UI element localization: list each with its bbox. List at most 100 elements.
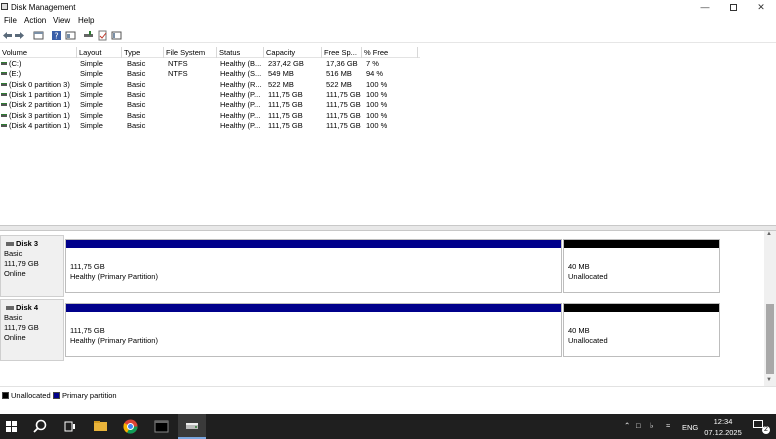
task-view-icon[interactable]: [61, 418, 78, 435]
column-layout[interactable]: Layout: [77, 47, 122, 58]
volume-icon: [1, 123, 7, 127]
volume-cell: 7 %: [366, 59, 379, 68]
volume-cell: 111,75 GB: [268, 100, 303, 110]
volume-cell: NTFS: [168, 59, 188, 68]
disk-name-text: Disk 3: [16, 239, 39, 248]
volume-row[interactable]: (Disk 0 partition 3) Simple Basic Healthy (…: [0, 80, 420, 90]
legend-primary-label: Primary partition: [62, 391, 117, 400]
help-icon[interactable]: ?: [51, 30, 62, 41]
volume-cell: Simple: [80, 110, 103, 120]
chrome-icon[interactable]: [122, 418, 139, 435]
volume-row[interactable]: (E:) Simple Basic NTFS Healthy (S... 549 MB 51…: [0, 69, 420, 79]
notification-center[interactable]: 2: [748, 414, 772, 439]
volume-cell: [168, 100, 217, 110]
title-bar: Disk Management — ✕: [0, 0, 776, 14]
menu-file[interactable]: File: [4, 16, 17, 25]
scroll-up-icon[interactable]: ▲: [766, 231, 772, 237]
taskbar-disk-management[interactable]: [178, 414, 206, 439]
column-percent-free[interactable]: % Free: [362, 47, 418, 58]
volume-cell: Healthy (P...: [220, 120, 261, 130]
column-free-space[interactable]: Free Sp...: [322, 47, 362, 58]
column-status[interactable]: Status: [217, 47, 264, 58]
volume-icon: [1, 92, 7, 96]
svg-text:?: ?: [54, 32, 58, 41]
volume-row[interactable]: (Disk 4 partition 1) Simple Basic Healthy (…: [0, 121, 420, 131]
file-explorer-icon[interactable]: [92, 418, 109, 435]
volume-cell: Basic: [127, 59, 146, 68]
volume-row[interactable]: (Disk 2 partition 1) Simple Basic Healthy (…: [0, 100, 420, 110]
volume-cell: (Disk 2 partition 1): [9, 100, 70, 110]
volume-row[interactable]: (C:) Simple Basic NTFS Healthy (B... 237,42 G…: [0, 59, 420, 69]
volume-cell: Basic: [127, 120, 146, 130]
volume-cell: Simple: [80, 120, 103, 130]
properties-icon[interactable]: [97, 30, 108, 41]
restore-icon: [729, 3, 737, 11]
disk-icon: [6, 306, 14, 310]
partition-primary[interactable]: 111,75 GB Healthy (Primary Partition): [65, 303, 562, 357]
terminal-icon[interactable]: [153, 418, 170, 435]
back-arrow-icon[interactable]: [2, 30, 13, 41]
volume-cell: 111,75 GB: [268, 89, 303, 99]
volume-cell: Healthy (P...: [220, 110, 261, 120]
volume-icon: [1, 72, 7, 76]
volume-cell: Simple: [80, 69, 103, 79]
close-button[interactable]: ✕: [746, 0, 776, 14]
connect-icon[interactable]: [83, 30, 94, 41]
forward-arrow-icon[interactable]: [14, 30, 25, 41]
disk-label[interactable]: Disk 3 Basic 111,79 GB Online: [0, 235, 64, 297]
system-tray: ⌃ □ ♭ ≈: [620, 414, 690, 439]
volume-row[interactable]: (Disk 1 partition 1) Simple Basic Healthy (…: [0, 90, 420, 100]
minimize-button[interactable]: —: [690, 0, 720, 14]
volume-cell: [168, 90, 217, 100]
notification-icon: [753, 420, 763, 428]
disk-management-icon: [1, 3, 8, 10]
menu-action[interactable]: Action: [24, 16, 46, 25]
column-file-system[interactable]: File System: [164, 47, 217, 58]
clock[interactable]: 12:34 07.12.2025: [702, 414, 744, 439]
language-indicator[interactable]: ENG: [682, 423, 698, 432]
minimize-icon: —: [700, 2, 710, 12]
chevron-up-icon[interactable]: ⌃: [624, 421, 630, 430]
disk-type: Basic: [4, 313, 23, 322]
partition-size: 40 MB: [568, 262, 590, 271]
network-icon[interactable]: □: [636, 421, 641, 430]
volume-cell: 111,75 GB: [326, 100, 361, 110]
show-hide-icon[interactable]: [65, 30, 76, 41]
view-icon[interactable]: [111, 30, 122, 41]
scrollbar-thumb[interactable]: [766, 304, 774, 374]
volume-cell: 237,42 GB: [268, 59, 304, 68]
volume-cell: Basic: [127, 89, 146, 99]
volume-cell: (Disk 1 partition 1): [9, 89, 70, 99]
menu-view[interactable]: View: [53, 16, 70, 25]
volume-row[interactable]: (Disk 3 partition 1) Simple Basic Healthy (…: [0, 111, 420, 121]
vertical-scrollbar[interactable]: ▲ ▼: [764, 231, 776, 386]
column-type[interactable]: Type: [122, 47, 164, 58]
volume-cell: 516 MB: [326, 69, 352, 79]
windows-start-icon[interactable]: [3, 418, 20, 435]
volume-cell: (E:): [9, 69, 22, 79]
disk-name: Disk 3: [4, 239, 60, 249]
console-tree-icon[interactable]: [33, 30, 44, 41]
column-volume[interactable]: Volume: [0, 47, 77, 58]
menu-help[interactable]: Help: [78, 16, 94, 25]
scroll-down-icon[interactable]: ▼: [766, 377, 772, 383]
disk-label[interactable]: Disk 4 Basic 111,79 GB Online: [0, 299, 64, 361]
partition-size: 111,75 GB: [70, 262, 105, 271]
volume-cell: 94 %: [366, 69, 384, 79]
partition-size: 111,75 GB: [70, 326, 105, 335]
volume-cell: [168, 121, 217, 131]
volume-cell: 111,75 GB: [326, 120, 361, 130]
volume-cell: 100 %: [366, 110, 388, 120]
partition-primary[interactable]: 111,75 GB Healthy (Primary Partition): [65, 239, 562, 293]
wifi-icon[interactable]: ≈: [666, 421, 670, 430]
partition-unallocated[interactable]: 40 MB Unallocated: [563, 303, 720, 357]
disk-name: Disk 4: [4, 303, 60, 313]
disk-row: Disk 4 Basic 111,79 GB Online 111,75 GB Healt…: [0, 299, 764, 361]
partition-unallocated[interactable]: 40 MB Unallocated: [563, 239, 720, 293]
volume-cell: 100 %: [366, 100, 388, 110]
column-capacity[interactable]: Capacity: [264, 47, 322, 58]
search-icon[interactable]: [32, 418, 49, 435]
clock-time: 12:34: [713, 417, 733, 426]
volume-muted-icon[interactable]: ♭: [650, 421, 654, 430]
maximize-button[interactable]: [718, 0, 748, 14]
